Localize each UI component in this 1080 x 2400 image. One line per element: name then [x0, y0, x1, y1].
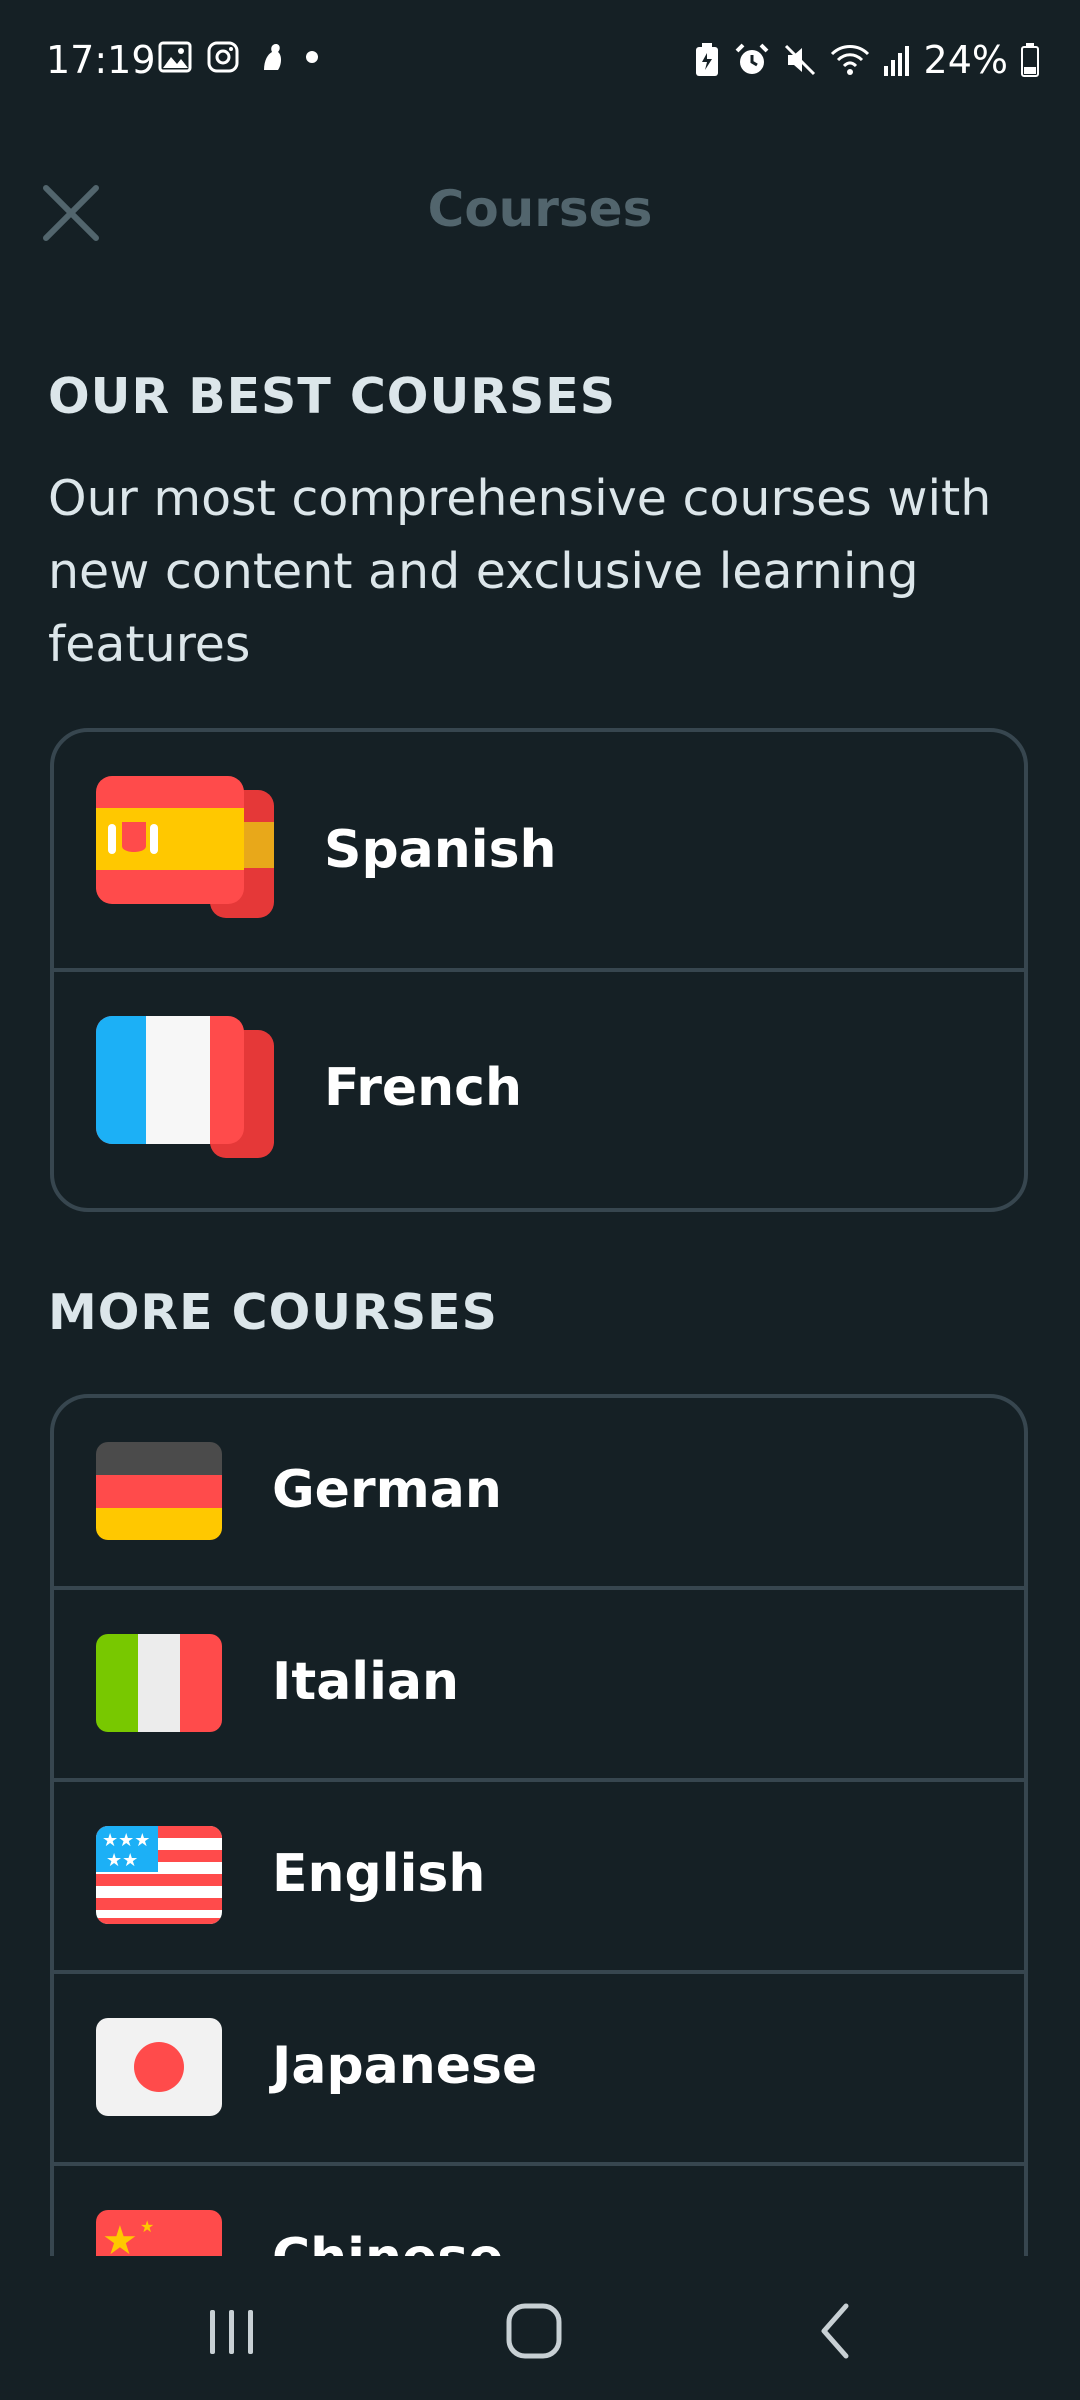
course-row-italian[interactable]: Italian: [54, 1590, 1024, 1782]
status-system-icons: 24%: [692, 38, 1040, 82]
duolingo-icon: [264, 44, 281, 70]
recent-apps-button[interactable]: [192, 2296, 272, 2366]
svg-text:★★: ★★: [106, 1850, 138, 1871]
course-row-french[interactable]: French: [54, 972, 1024, 1208]
course-row-japanese[interactable]: Japanese: [54, 1974, 1024, 2166]
more-courses-heading: MORE COURSES: [48, 1284, 498, 1341]
usa-flag-icon: ★★★ ★★: [96, 1826, 222, 1924]
page-title: Courses: [427, 180, 653, 238]
germany-flag-icon: [96, 1442, 222, 1540]
course-row-german[interactable]: German: [54, 1398, 1024, 1590]
best-courses-heading: OUR BEST COURSES: [48, 368, 617, 425]
svg-text:★: ★: [140, 2217, 154, 2236]
battery-saver-icon: [695, 43, 718, 76]
alarm-icon: [735, 43, 768, 74]
gallery-icon: [158, 41, 192, 73]
france-flag-icon: [96, 1016, 274, 1158]
best-courses-card: Spanish French: [50, 728, 1028, 1212]
status-bar: 17:19 24%: [0, 0, 1080, 120]
china-flag-icon: ★ ★: [96, 2210, 222, 2256]
signal-icon: [883, 46, 909, 76]
back-button[interactable]: [796, 2296, 876, 2366]
dot-icon: [306, 51, 318, 63]
status-notification-icons: [158, 40, 322, 74]
course-label-japanese: Japanese: [272, 2036, 538, 2096]
course-label-english: English: [272, 1844, 486, 1904]
course-row-spanish[interactable]: Spanish: [54, 732, 1024, 972]
mute-icon: [784, 44, 815, 76]
more-courses-card: German Italian ★★★ ★★ English Japanese ★…: [50, 1394, 1028, 2256]
course-row-chinese[interactable]: ★ ★ Chinese: [54, 2166, 1024, 2256]
italy-flag-icon: [96, 1634, 222, 1732]
navigation-bar: [0, 2256, 1080, 2400]
course-label-italian: Italian: [272, 1652, 460, 1712]
best-courses-description: Our most comprehensive courses with new …: [48, 470, 992, 673]
course-row-english[interactable]: ★★★ ★★ English: [54, 1782, 1024, 1974]
japan-flag-icon: [96, 2018, 222, 2116]
course-label-spanish: Spanish: [324, 820, 557, 880]
battery-icon: [1021, 43, 1039, 77]
recent-apps-icon: [210, 2310, 253, 2354]
battery-percentage: 24%: [923, 38, 1008, 82]
home-button[interactable]: [494, 2296, 574, 2366]
course-label-chinese: Chinese: [272, 2228, 504, 2256]
svg-text:★: ★: [102, 2218, 138, 2256]
wifi-icon: [830, 45, 869, 75]
status-time: 17:19: [46, 38, 156, 82]
home-icon: [506, 2303, 562, 2359]
spain-flag-icon: [96, 776, 274, 918]
course-label-french: French: [324, 1058, 522, 1118]
top-bar: Courses: [0, 150, 1080, 270]
instagram-icon: [207, 41, 239, 73]
back-icon: [821, 2303, 849, 2359]
course-label-german: German: [272, 1460, 502, 1520]
svg-text:★★★: ★★★: [102, 1830, 150, 1851]
